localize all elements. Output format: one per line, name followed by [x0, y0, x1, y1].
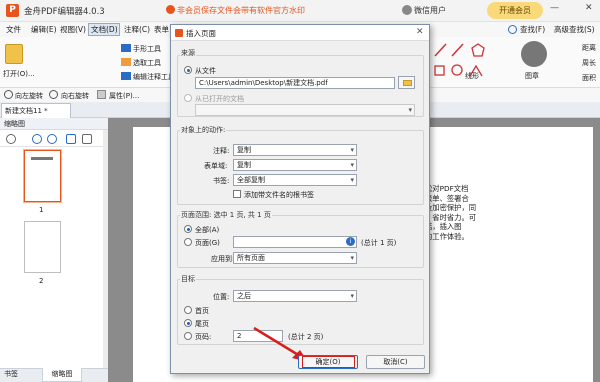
zoom-in-icon[interactable]	[32, 134, 42, 144]
hand-tool-button[interactable]: 手形工具	[133, 44, 161, 54]
source-header: 来源	[180, 48, 196, 58]
file-path-input[interactable]: C:\Users\admin\Desktop\新建文档.pdf	[195, 77, 395, 89]
from-open-label: 从已打开的文档	[195, 95, 244, 103]
first-page-radio[interactable]	[184, 306, 192, 314]
all-pages-radio[interactable]	[184, 225, 192, 233]
rotate-right-button[interactable]: 向右旋转	[61, 91, 89, 101]
distance-tool[interactable]: 距离	[582, 43, 596, 53]
dialog-title: 插入页面	[186, 29, 216, 38]
apply-to-label: 应用到:	[211, 255, 235, 263]
settings-icon[interactable]	[6, 134, 16, 144]
hand-tool-icon[interactable]	[121, 44, 131, 52]
properties-icon[interactable]	[97, 90, 106, 99]
vip-button[interactable]: 开通会员	[487, 2, 543, 19]
from-open-radio[interactable]	[184, 94, 192, 102]
pages-total: (总计 1 页)	[361, 239, 397, 247]
add-bookmark-label: 添加带文件名的根书签	[244, 191, 314, 199]
edit-annotation-button[interactable]: 编辑注释工具	[133, 72, 175, 82]
last-page-label: 尾页	[195, 320, 209, 328]
stamp-icon[interactable]	[521, 41, 547, 67]
app-title: 金舟PDF编辑器4.0.3	[24, 7, 105, 17]
menu-annotation[interactable]: 注释(C)	[124, 24, 150, 35]
stamp-label[interactable]: 图章	[525, 71, 539, 81]
rotate-right-icon[interactable]	[49, 90, 58, 99]
position-label: 位置:	[213, 293, 230, 301]
annotation-label: 注释:	[213, 147, 230, 155]
page-number-radio[interactable]	[184, 332, 192, 340]
edit-annotation-icon[interactable]	[121, 72, 131, 80]
browse-button[interactable]	[398, 76, 415, 89]
bookmark-select[interactable]: 全部复制	[233, 174, 357, 186]
cancel-button[interactable]: 取消(C)	[366, 355, 425, 369]
app-logo-icon: P	[6, 4, 19, 17]
search-icon[interactable]	[508, 25, 517, 34]
menu-edit[interactable]: 编辑(E)	[31, 24, 57, 35]
annotation-select[interactable]: 复制	[233, 144, 357, 156]
menu-file[interactable]: 文件	[6, 24, 21, 35]
page-thumbnail-text	[31, 157, 53, 160]
advanced-search-button[interactable]: 高级查找(S)	[554, 24, 595, 35]
pages-input[interactable]	[233, 236, 357, 248]
page-number-1: 1	[39, 206, 44, 214]
form-select[interactable]: 复制	[233, 159, 357, 171]
tab-bookmarks[interactable]: 书签	[4, 369, 18, 379]
select-tool-icon[interactable]	[121, 58, 131, 66]
perimeter-tool[interactable]: 周长	[582, 58, 596, 68]
from-file-label: 从文件	[195, 67, 216, 75]
target-header: 目标	[180, 274, 196, 284]
close-window-icon[interactable]: ✕	[585, 3, 593, 13]
pages-radio[interactable]	[184, 238, 192, 246]
folder-open-icon[interactable]	[5, 44, 23, 64]
warning-icon	[166, 5, 175, 14]
rotate-left-icon[interactable]	[4, 90, 13, 99]
insert-page-icon[interactable]	[66, 134, 76, 144]
info-icon[interactable]: i	[346, 237, 355, 246]
actions-header: 对象上的动作:	[180, 125, 227, 135]
last-page-radio[interactable]	[184, 319, 192, 327]
highlight-box	[302, 356, 355, 368]
promo-text[interactable]: 非会员保存文件会带有软件官方水印	[177, 5, 305, 16]
apply-to-select[interactable]: 所有页面	[233, 252, 357, 264]
delete-page-icon[interactable]	[82, 134, 92, 144]
page-number-2: 2	[39, 277, 44, 285]
all-pages-label: 全部(A)	[195, 226, 220, 234]
dialog-app-icon	[175, 29, 183, 37]
rotate-left-button[interactable]: 向左旋转	[15, 91, 43, 101]
page-range-header: 页面范围: 选中 1 页, 共 1 页	[180, 210, 272, 220]
properties-button[interactable]: 属性(P)...	[109, 91, 139, 101]
user-avatar-icon[interactable]	[402, 5, 412, 15]
select-tool-button[interactable]: 选取工具	[133, 58, 161, 68]
menu-document[interactable]: 文档(D)	[91, 24, 118, 35]
folder-icon	[403, 80, 412, 86]
menu-form[interactable]: 表单	[154, 24, 169, 35]
panel-title: 缩略图	[0, 118, 108, 130]
add-bookmark-checkbox[interactable]	[233, 190, 241, 198]
document-text: 松对PDF文档 表单、签署合 及加密保护，同 ，省时省力。可 结，插入图 的工作…	[425, 184, 477, 241]
menu-view[interactable]: 视图(V)	[60, 24, 86, 35]
pages-label: 页面(G)	[195, 239, 220, 247]
minimize-icon[interactable]: —	[550, 3, 559, 13]
page-thumbnail-2[interactable]	[24, 221, 61, 273]
open-documents-select[interactable]	[195, 104, 415, 116]
from-file-radio[interactable]	[184, 66, 192, 74]
tab-thumbnails[interactable]: 缩略图	[42, 368, 82, 382]
first-page-label: 首页	[195, 307, 209, 315]
area-tool[interactable]: 面积	[582, 73, 596, 83]
find-button[interactable]: 查找(F)	[520, 24, 545, 35]
dialog-close-icon[interactable]: ✕	[416, 27, 424, 37]
form-label: 表单域:	[204, 162, 228, 170]
tab-document[interactable]: 新建文档11 *	[1, 103, 71, 118]
bookmark-label: 书签:	[213, 177, 230, 185]
user-name[interactable]: 微信用户	[414, 5, 446, 16]
position-select[interactable]: 之后	[233, 290, 357, 302]
line-tool-label[interactable]: 线形	[465, 71, 479, 81]
page-number-label: 页码:	[195, 333, 212, 341]
zoom-out-icon[interactable]	[47, 134, 57, 144]
open-button[interactable]: 打开(O)...	[3, 69, 35, 79]
